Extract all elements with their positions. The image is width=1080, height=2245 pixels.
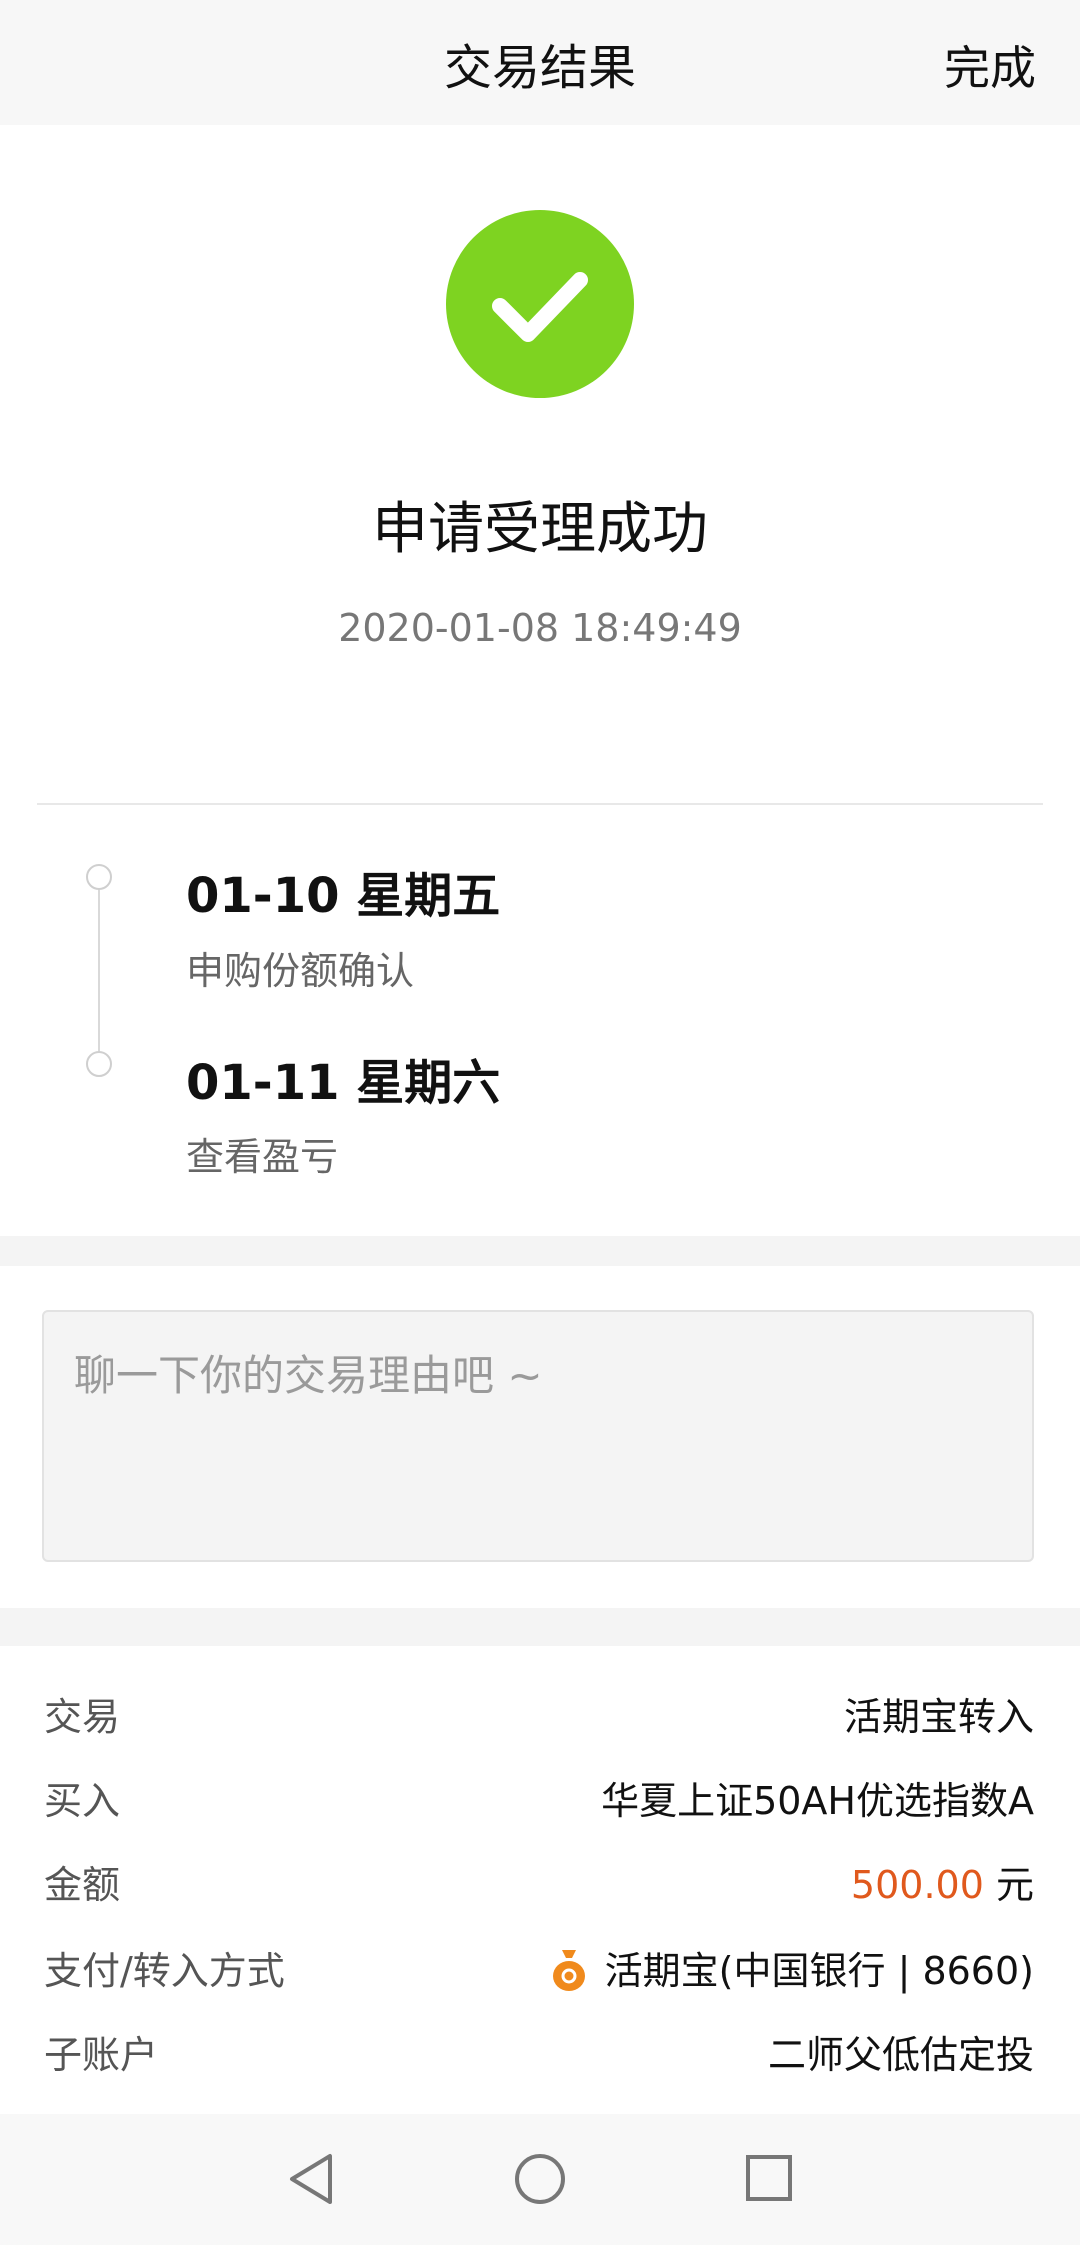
system-nav-bar — [0, 2114, 1080, 2245]
check-icon — [492, 272, 588, 342]
timeline-desc: 查看盈亏 — [186, 1135, 339, 1179]
money-bag-icon — [552, 1950, 585, 1991]
divider — [37, 803, 1043, 805]
amount-value: 500.00 元 — [851, 1854, 1034, 1909]
timeline-date: 01-10 星期五 — [186, 868, 501, 924]
payment-method-value: 活期宝(中国银行 | 8660) — [551, 1940, 1034, 1995]
buy-label: 买入 — [44, 1779, 121, 1823]
payment-method-text: 活期宝(中国银行 | 8660) — [604, 1949, 1034, 1993]
recent-square-icon[interactable] — [744, 2150, 796, 2208]
page-title: 交易结果 — [443, 40, 636, 96]
amount-number: 500.00 — [850, 1863, 984, 1907]
timeline-dot — [86, 1051, 112, 1077]
amount-unit: 元 — [995, 1863, 1034, 1907]
timeline-desc: 申购份额确认 — [186, 949, 415, 993]
trade-value: 活期宝转入 — [843, 1695, 1034, 1739]
status-timestamp: 2020-01-08 18:49:49 — [338, 606, 742, 650]
timeline-line — [98, 888, 100, 1062]
section-separator — [0, 1236, 1080, 1266]
amount-label: 金额 — [44, 1863, 121, 1907]
buy-value: 华夏上证50AH优选指数A — [601, 1779, 1034, 1823]
timeline-date: 01-11 星期六 — [186, 1055, 501, 1111]
home-circle-icon[interactable] — [512, 2150, 568, 2208]
top-bar: 交易结果 完成 — [0, 0, 1080, 125]
payment-method-label: 支付/转入方式 — [44, 1949, 285, 1993]
trade-reason-input[interactable]: 聊一下你的交易理由吧 ~ — [42, 1310, 1034, 1562]
sub-account-label: 子账户 — [44, 2033, 159, 2077]
sub-account-value: 二师父低估定投 — [767, 2033, 1034, 2077]
status-title: 申请受理成功 — [372, 497, 708, 562]
success-badge — [446, 210, 634, 398]
back-triangle-icon[interactable] — [284, 2150, 338, 2208]
done-button[interactable]: 完成 — [944, 32, 1036, 98]
timeline-dot — [86, 864, 112, 890]
section-separator — [0, 1608, 1080, 1646]
trade-reason-placeholder: 聊一下你的交易理由吧 ~ — [74, 1351, 543, 1400]
trade-label: 交易 — [44, 1695, 121, 1739]
